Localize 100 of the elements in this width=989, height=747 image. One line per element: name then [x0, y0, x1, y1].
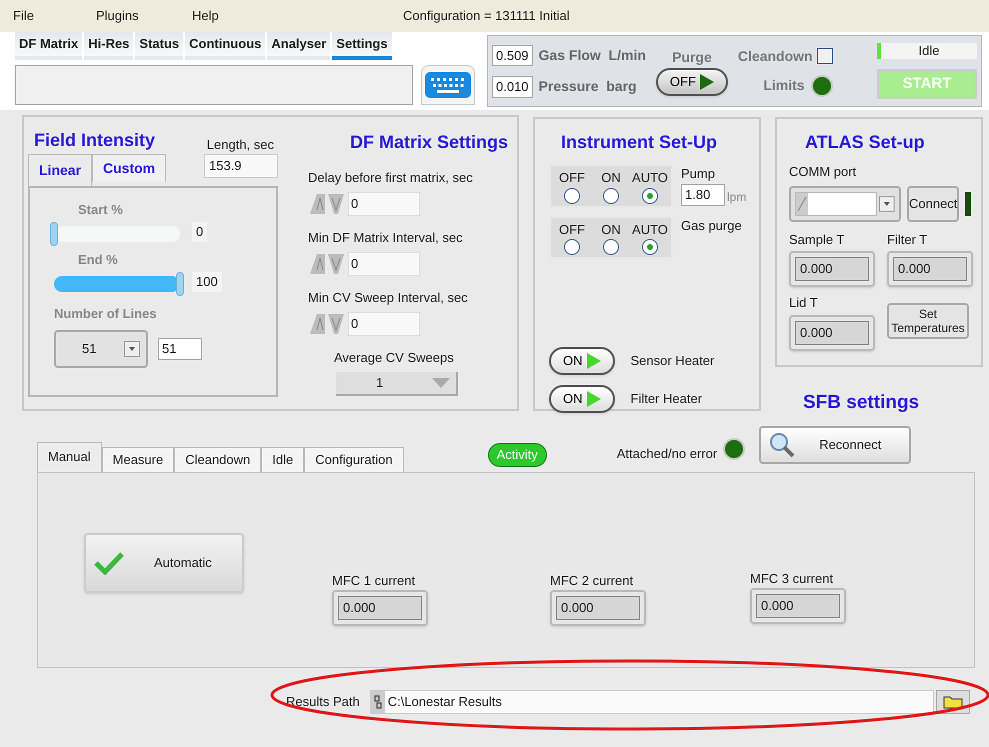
- numeric-field[interactable]: 0: [348, 192, 420, 216]
- slider-label: End %: [78, 252, 118, 267]
- numeric-readout: 0.509: [492, 44, 533, 66]
- menu-item[interactable]: Plugins: [96, 6, 192, 26]
- mfc-label: MFC 2 current: [550, 572, 634, 590]
- numeric-indicator: 0.000: [789, 314, 875, 350]
- keyboard-button[interactable]: [421, 65, 475, 105]
- numeric-field[interactable]: 0: [348, 252, 420, 276]
- radio-label: ON: [601, 169, 621, 187]
- radio-label: AUTO: [632, 169, 668, 187]
- readout-label: Pressure barg: [538, 77, 637, 96]
- reconnect-button[interactable]: Reconnect: [759, 426, 912, 464]
- numeric-label: Min DF Matrix Interval, sec: [308, 230, 463, 245]
- results-path-field[interactable]: C:\Lonestar Results: [370, 690, 934, 714]
- radio-button[interactable]: [642, 188, 658, 204]
- search-icon: [769, 432, 796, 458]
- lines-label: Number of Lines: [54, 305, 158, 323]
- section-title: DF Matrix Settings: [348, 131, 508, 154]
- unit-label: lpm: [727, 188, 746, 206]
- tab[interactable]: Analyser: [267, 32, 330, 60]
- folder-icon: [942, 694, 963, 708]
- numeric-label: Delay before first matrix, sec: [308, 170, 473, 185]
- radio-button[interactable]: [603, 239, 619, 255]
- numeric-indicator: 0.000: [789, 251, 875, 287]
- length-label: Length, sec: [206, 136, 274, 154]
- selector-label: Pump: [681, 165, 716, 183]
- temperature-label: Filter T: [887, 230, 928, 248]
- temperature-label: Lid T: [789, 294, 819, 312]
- toggle-switch[interactable]: ON: [549, 347, 614, 375]
- tab[interactable]: DF Matrix: [15, 32, 82, 60]
- configuration-label: Configuration = 131111 Initial: [403, 7, 570, 26]
- radio-button[interactable]: [642, 239, 658, 255]
- cleandown-label: Cleandown: [738, 46, 813, 66]
- mfc-label: MFC 1 current: [332, 572, 416, 590]
- tab[interactable]: Hi-Res: [84, 32, 134, 60]
- lines-field[interactable]: 51: [158, 338, 202, 360]
- numeric-field[interactable]: 0: [348, 312, 420, 336]
- lines-dropdown[interactable]: 51: [54, 330, 148, 368]
- status-indicator: Idle: [877, 43, 977, 59]
- section-title: Instrument Set-Up: [561, 131, 718, 154]
- average-dropdown[interactable]: 1: [336, 372, 458, 396]
- tab[interactable]: Continuous: [185, 32, 266, 60]
- slider-value: 0: [192, 222, 208, 242]
- checkbox[interactable]: [816, 48, 833, 64]
- tab[interactable]: Configuration: [304, 446, 404, 472]
- attached-label: Attached/no error: [616, 445, 718, 463]
- tab[interactable]: Manual: [37, 442, 102, 472]
- radio-button[interactable]: [603, 188, 619, 204]
- section-title: Field Intensity: [34, 129, 156, 152]
- automatic-button[interactable]: Automatic: [84, 532, 244, 592]
- set-temperatures-button[interactable]: Set Temperatures: [887, 303, 969, 339]
- tab[interactable]: Cleandown: [174, 446, 262, 472]
- numeric-label: Min CV Sweep Interval, sec: [308, 290, 468, 305]
- radio-button[interactable]: [564, 239, 580, 255]
- radio-button[interactable]: [564, 188, 580, 204]
- slider-thumb[interactable]: [176, 272, 184, 296]
- radio-label: ON: [601, 220, 621, 238]
- mfc-label: MFC 3 current: [750, 570, 834, 588]
- menu-item[interactable]: File: [13, 6, 96, 26]
- increment-decrement-icon[interactable]: [308, 252, 346, 276]
- text-field[interactable]: [15, 65, 413, 105]
- tab[interactable]: Status: [135, 32, 184, 60]
- tab[interactable]: Idle: [261, 446, 304, 472]
- radio-label: AUTO: [632, 220, 668, 238]
- tab[interactable]: Measure: [102, 446, 174, 472]
- comm-port-label: COMM port: [789, 163, 858, 181]
- average-label: Average CV Sweeps: [334, 349, 455, 367]
- switch-label: Filter Heater: [630, 390, 702, 408]
- results-path-label: Results Path: [286, 692, 360, 711]
- activity-indicator: Activity: [488, 442, 547, 466]
- toggle-switch[interactable]: OFF: [656, 68, 728, 96]
- numeric-readout: 0.010: [492, 76, 533, 98]
- section-title: SFB settings: [803, 391, 920, 415]
- slider-thumb[interactable]: [50, 222, 58, 246]
- section-title: ATLAS Set-up: [805, 131, 926, 154]
- selector-label: Gas purge: [681, 216, 742, 235]
- triangle-icon: [432, 378, 450, 388]
- temperature-label: Sample T: [789, 230, 846, 249]
- tab[interactable]: Linear: [28, 154, 92, 186]
- toggle-switch[interactable]: ON: [549, 385, 614, 413]
- checkmark-icon: [94, 550, 124, 574]
- path-icon: [370, 690, 385, 712]
- increment-decrement-icon[interactable]: [308, 312, 346, 336]
- purge-label: Purge: [672, 48, 712, 67]
- pump-field[interactable]: 1.80: [681, 184, 725, 206]
- keyboard-icon: [425, 72, 471, 98]
- numeric-indicator: 0.000: [887, 251, 973, 287]
- limits-label: Limits: [763, 76, 805, 95]
- increment-decrement-icon[interactable]: [308, 192, 346, 216]
- tab[interactable]: Custom: [92, 154, 166, 182]
- readout-label: Gas Flow L/min: [538, 46, 646, 65]
- length-field[interactable]: 153.9: [204, 154, 278, 178]
- radio-label: OFF: [559, 220, 585, 238]
- tab[interactable]: Settings: [332, 32, 392, 60]
- slider-value: 100: [192, 272, 222, 292]
- slider-label: Start %: [78, 202, 123, 217]
- menu-item[interactable]: Help: [192, 6, 288, 26]
- numeric-indicator: 0.000: [332, 590, 428, 626]
- switch-label: Sensor Heater: [630, 352, 714, 370]
- connect-button[interactable]: Connect: [907, 186, 959, 222]
